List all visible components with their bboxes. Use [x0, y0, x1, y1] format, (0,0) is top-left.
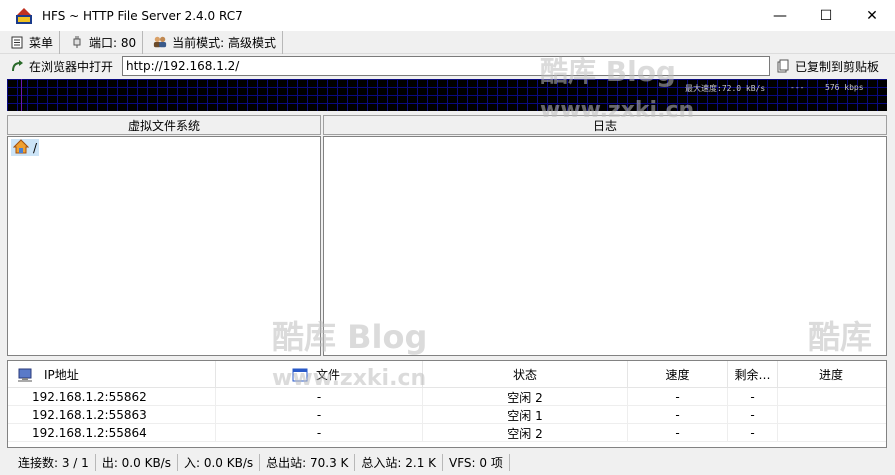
home-icon: [12, 138, 30, 157]
col-ip-label: IP地址: [44, 368, 79, 382]
vfs-panel-header: 虚拟文件系统: [7, 115, 321, 135]
row-remaining: -: [728, 424, 778, 442]
status-in-speed: 入: 0.0 KB/s: [178, 454, 261, 471]
row-progress: [778, 388, 884, 406]
menu-bar: 菜单 端口: 80 当前模式: 高级模式: [0, 30, 895, 54]
row-speed: -: [628, 424, 728, 442]
row-status: 空闲 2: [423, 424, 628, 442]
title-bar: HFS ~ HTTP File Server 2.4.0 RC7 — ☐ ✕: [0, 0, 895, 31]
graph-dashes: ---: [790, 83, 805, 92]
port-label: 端口: 80: [89, 35, 137, 50]
col-speed-label: 速度: [665, 368, 690, 382]
row-file: -: [216, 424, 423, 442]
row-ip: 192.168.1.2:55862: [8, 388, 216, 406]
url-bar: 在浏览器中打开 已复制到剪贴板: [0, 54, 895, 78]
vfs-tree[interactable]: /: [7, 136, 321, 356]
port-plug-icon: [70, 35, 84, 49]
window-title: HFS ~ HTTP File Server 2.4.0 RC7: [42, 8, 243, 23]
log-panel-header: 日志: [323, 115, 887, 135]
status-vfs: VFS: 0 项: [443, 454, 510, 471]
row-remaining: -: [728, 388, 778, 406]
log-area[interactable]: [323, 136, 887, 356]
computer-icon: [16, 367, 34, 383]
col-status[interactable]: 状态: [423, 361, 628, 388]
status-total-in: 总入站: 2.1 K: [355, 454, 444, 471]
table-row[interactable]: 192.168.1.2:55864 - 空闲 2 - -: [8, 424, 886, 442]
vfs-root-label: /: [33, 140, 38, 155]
table-row[interactable]: 192.168.1.2:55862 - 空闲 2 - -: [8, 388, 886, 406]
row-status: 空闲 1: [423, 406, 628, 424]
row-progress: [778, 424, 884, 442]
col-progress-label: 进度: [818, 368, 843, 382]
open-in-browser-button[interactable]: 在浏览器中打开: [0, 55, 122, 77]
row-ip: 192.168.1.2:55864: [8, 424, 216, 442]
col-remaining[interactable]: 剩余…: [728, 361, 778, 388]
row-speed: -: [628, 406, 728, 424]
minimize-button[interactable]: —: [757, 0, 803, 31]
users-icon: [153, 35, 167, 49]
copy-to-clipboard-button[interactable]: 已复制到剪贴板: [770, 55, 879, 77]
col-ip[interactable]: IP地址: [8, 361, 216, 388]
row-file: -: [216, 388, 423, 406]
row-file: -: [216, 406, 423, 424]
clipboard-icon: [776, 59, 790, 73]
mode-button[interactable]: 当前模式: 高级模式: [143, 30, 284, 54]
col-status-label: 状态: [512, 368, 537, 382]
col-file-label: 文件: [316, 368, 341, 382]
open-arrow-icon: [10, 59, 24, 73]
row-ip: 192.168.1.2:55863: [8, 406, 216, 424]
open-in-browser-label: 在浏览器中打开: [29, 59, 114, 74]
col-progress[interactable]: 进度: [778, 361, 884, 388]
col-file[interactable]: 文件: [216, 361, 423, 388]
graph-max-speed: 最大速度:72.0 kB/s: [685, 84, 766, 93]
port-button[interactable]: 端口: 80: [60, 30, 144, 54]
url-input[interactable]: [122, 56, 770, 76]
menu-button[interactable]: 菜单: [0, 30, 61, 54]
col-speed[interactable]: 速度: [628, 361, 728, 388]
copy-to-clipboard-label: 已复制到剪贴板: [795, 59, 880, 74]
connections-table[interactable]: IP地址 文件 状态 速度 剩余… 进度 192.168.1.2:55862 -…: [7, 360, 887, 448]
row-remaining: -: [728, 406, 778, 424]
vfs-root-item[interactable]: /: [11, 138, 40, 157]
row-speed: -: [628, 388, 728, 406]
status-bar: 连接数: 3 / 1 出: 0.0 KB/s 入: 0.0 KB/s 总出站: …: [0, 450, 895, 475]
row-progress: [778, 406, 884, 424]
graph-marker: [21, 79, 22, 111]
close-button[interactable]: ✕: [849, 0, 895, 31]
table-row[interactable]: 192.168.1.2:55863 - 空闲 1 - -: [8, 406, 886, 424]
row-status: 空闲 2: [423, 388, 628, 406]
col-remaining-label: 剩余…: [734, 368, 771, 382]
mode-label: 当前模式: 高级模式: [172, 35, 277, 50]
bandwidth-graph: 最大速度:72.0 kB/s --- 576 kbps: [7, 79, 887, 111]
connections-header: IP地址 文件 状态 速度 剩余… 进度: [8, 361, 886, 388]
status-total-out: 总出站: 70.3 K: [260, 454, 356, 471]
status-out-speed: 出: 0.0 KB/s: [96, 454, 178, 471]
hfs-app-icon[interactable]: [14, 6, 34, 26]
graph-bandwidth: 576 kbps: [825, 83, 864, 92]
status-connections: 连接数: 3 / 1: [12, 454, 96, 471]
maximize-button[interactable]: ☐: [803, 0, 849, 31]
menu-label: 菜单: [29, 35, 54, 50]
menu-icon: [10, 35, 24, 49]
file-window-icon: [292, 368, 308, 382]
